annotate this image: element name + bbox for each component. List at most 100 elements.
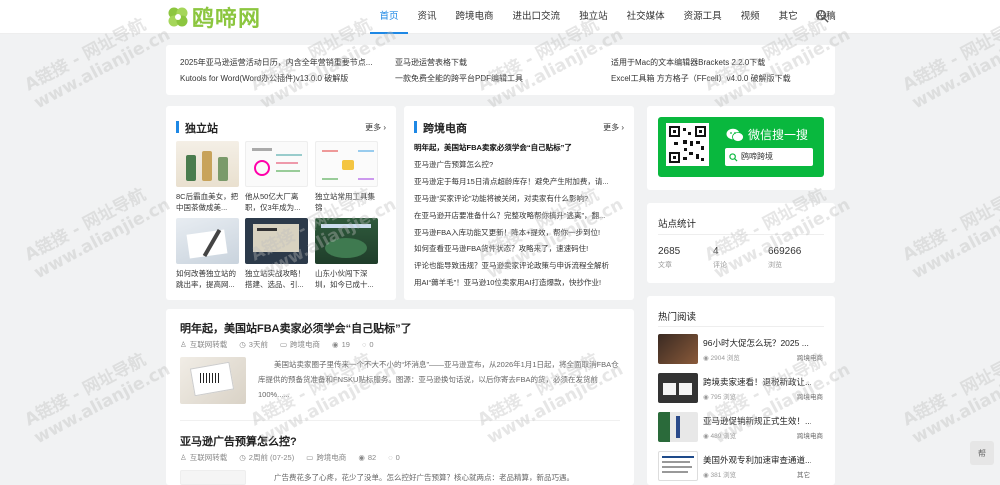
article-link[interactable]: 亚马逊广告预算怎么控? xyxy=(414,159,620,170)
hot-thumbnail-image[interactable] xyxy=(658,451,698,481)
article-meta: ♙ 互联网转载 ◷ 2周前 (07-25) ▭ 跨境电商 ◉ 82 ◌ 0 xyxy=(180,452,400,463)
hot-article-title[interactable]: 亚马逊促销新规正式生效！... xyxy=(703,415,811,427)
divider xyxy=(658,326,824,327)
thumbnail-caption[interactable]: 他从50亿大厂离职，仅3年成为... xyxy=(245,191,309,213)
stat-views-count: 669266 xyxy=(768,246,802,257)
hot-article-views: ◉ 489 浏览 xyxy=(703,433,737,440)
comment-icon: ◌ xyxy=(361,340,367,349)
wechat-search-box[interactable]: 鸥啼跨境 xyxy=(725,148,813,166)
comment-icon: ◌ xyxy=(388,453,393,462)
article-link[interactable]: 如何查看亚马逊FBA货件状态？攻略来了，速速码住! xyxy=(414,243,620,254)
thumbnail-image[interactable] xyxy=(176,218,239,264)
article-meta: ♙ 互联网转载 ◷ 3天前 ▭ 跨境电商 ◉ 19 ◌ 0 xyxy=(180,339,374,350)
ticker-link[interactable]: Excel工具箱 方方格子（FFcell）v4.0.0 破解版下载 xyxy=(611,73,811,84)
article-title[interactable]: 明年起，美国站FBA卖家必须学会“自己贴标”了 xyxy=(180,320,412,336)
stat-articles-label: 文章 xyxy=(658,262,672,269)
site-stats-section: 站点统计 2685 文章 4 评论 669266 浏览 xyxy=(647,203,835,283)
author-meta: ♙ 互联网转载 xyxy=(180,340,228,349)
article-link[interactable]: 亚马逊FBA入库功能又更新！降本+提效，帮你一步到位! xyxy=(414,227,620,238)
ticker-link[interactable]: 一款免费全能的跨平台PDF编辑工具 xyxy=(395,73,595,84)
clock-icon: ◷ xyxy=(239,340,246,349)
hot-article-views: ◉ 795 浏览 xyxy=(703,394,737,401)
ticker-link[interactable]: 适用于Mac的文本编辑器Brackets 2.2.0下载 xyxy=(611,57,811,68)
article-link[interactable]: 明年起，美国站FBA卖家必须学会“自己贴标”了 xyxy=(414,142,620,153)
thumbnail-image[interactable] xyxy=(315,218,378,264)
headline-ticker: 2025年亚马逊运营活动日历，内含全年营销重要节点... Kutools for… xyxy=(166,45,835,95)
hot-article-category[interactable]: 跨境电商 xyxy=(797,391,823,401)
user-icon: ♙ xyxy=(180,453,187,462)
article-link[interactable]: 评论也能导致违规？亚马逊卖家评论政策与申诉流程全解析 xyxy=(414,260,620,271)
floating-help-button[interactable]: 帮 xyxy=(970,441,994,465)
section-title: 跨境电商 xyxy=(423,123,467,135)
eye-icon: ◉ xyxy=(358,453,365,462)
thumbnail-image[interactable] xyxy=(176,141,239,187)
ticker-link[interactable]: 2025年亚马逊运营活动日历，内含全年营销重要节点... xyxy=(180,57,380,68)
more-link[interactable]: 更多 › xyxy=(603,122,624,133)
hot-article-category[interactable]: 其它 xyxy=(797,469,810,479)
wechat-search-card[interactable]: 微信搜一搜 鸥啼跨境 xyxy=(658,117,824,177)
article-excerpt: 美国站卖家圈子里传来一个不大不小的“坏消息”——亚马逊宣布，从2026年1月1日… xyxy=(258,360,619,399)
article-link[interactable]: 亚马逊定于每月15日清点超龄库存！避免产生附加费，请... xyxy=(414,176,620,187)
nav-item-news[interactable]: 资讯 xyxy=(408,0,446,34)
article-title[interactable]: 亚马逊广告预算怎么控? xyxy=(180,433,297,449)
thumbnail-image[interactable] xyxy=(245,141,308,187)
article-thumbnail-image[interactable] xyxy=(180,470,246,485)
article-link[interactable]: 在亚马逊开店要准备什么？完整攻略帮你搞升“逃离”，翻... xyxy=(414,210,620,221)
ticker-link[interactable]: Kutools for Word(Word办公插件)v13.0.0 破解版 xyxy=(180,73,380,84)
thumbnail-image[interactable] xyxy=(315,141,378,187)
qr-code-image xyxy=(666,123,709,166)
divider xyxy=(180,420,620,421)
nav-item-video[interactable]: 视频 xyxy=(731,0,769,34)
nav-item-independent-site[interactable]: 独立站 xyxy=(570,0,618,34)
category-meta[interactable]: ▭ 跨境电商 xyxy=(306,452,346,463)
stats-title: 站点统计 xyxy=(658,219,697,230)
thumbnail-caption[interactable]: 如何改善独立站的跳出率，提高网... xyxy=(176,268,240,290)
wechat-icon xyxy=(726,128,744,142)
author-meta: ♙ 互联网转载 xyxy=(180,453,228,462)
hot-article-title[interactable]: 美国外观专利加速审查通道... xyxy=(703,454,811,466)
hot-thumbnail-image[interactable] xyxy=(658,373,698,403)
top-navbar: 鸥啼网 首页 资讯 跨境电商 进出口交流 独立站 社交媒体 资源工具 视频 其它… xyxy=(0,0,1000,34)
section-accent-bar xyxy=(414,121,417,133)
nav-item-cross-border[interactable]: 跨境电商 xyxy=(446,0,503,34)
logo-mark-icon xyxy=(168,7,188,27)
comments-meta: ◌ 0 xyxy=(361,340,374,349)
article-link[interactable]: 用AI“薅羊毛”！亚马逊10位卖家用AI打造爆款，快抄作业! xyxy=(414,277,620,288)
site-logo[interactable]: 鸥啼网 xyxy=(166,2,261,32)
thumbnail-image[interactable] xyxy=(245,218,308,264)
more-link[interactable]: 更多 › xyxy=(365,122,386,133)
ticker-link[interactable]: 亚马逊运营表格下载 xyxy=(395,57,595,68)
section-header: 独立站 更多 › xyxy=(176,120,386,135)
main-nav: 首页 资讯 跨境电商 进出口交流 独立站 社交媒体 资源工具 视频 其它 投稿 xyxy=(370,0,845,34)
article-thumbnail-image[interactable] xyxy=(180,357,246,404)
hot-article-title[interactable]: 跨境卖家速看！退税新政让... xyxy=(703,376,811,388)
category-meta[interactable]: ▭ 跨境电商 xyxy=(280,339,320,350)
time-meta: ◷ 3天前 xyxy=(239,340,268,349)
thumbnail-caption[interactable]: 独立站实战攻略！搭建、选品、引... xyxy=(245,268,309,290)
hot-article-category[interactable]: 跨境电商 xyxy=(797,352,823,362)
hot-thumbnail-image[interactable] xyxy=(658,334,698,364)
article-link[interactable]: 亚马逊“买家评论”功能将被关闭，对卖家有什么影响? xyxy=(414,193,620,204)
thumbnail-caption[interactable]: 8C后霸血美女，把中国茶做成美... xyxy=(176,191,240,213)
hot-article-title[interactable]: 96小时大促怎么玩？2025 ... xyxy=(703,337,811,349)
nav-item-home[interactable]: 首页 xyxy=(370,0,409,34)
eye-icon: ◉ xyxy=(332,340,339,349)
thumbnail-caption[interactable]: 山东小伙闯下深圳，如今已成十... xyxy=(315,268,379,290)
thumbnail-caption[interactable]: 独立站常用工具集锦 xyxy=(315,191,379,213)
search-icon[interactable] xyxy=(815,9,830,24)
user-icon: ♙ xyxy=(180,340,187,349)
search-icon xyxy=(729,153,738,162)
time-meta: ◷ 2周前 (07-25) xyxy=(239,453,295,462)
hot-article-views: ◉ 2904 浏览 xyxy=(703,355,740,362)
hot-article-category[interactable]: 跨境电商 xyxy=(797,430,823,440)
nav-item-other[interactable]: 其它 xyxy=(769,0,807,34)
wechat-search-title: 微信搜一搜 xyxy=(726,126,808,143)
nav-item-resources[interactable]: 资源工具 xyxy=(674,0,731,34)
folder-icon: ▭ xyxy=(306,453,314,462)
views-meta: ◉ 19 xyxy=(332,340,350,349)
hot-title: 热门阅读 xyxy=(658,312,697,323)
hot-thumbnail-image[interactable] xyxy=(658,412,698,442)
nav-item-import-export[interactable]: 进出口交流 xyxy=(503,0,570,34)
stat-comments-label: 评论 xyxy=(713,262,727,269)
nav-item-social-media[interactable]: 社交媒体 xyxy=(617,0,674,34)
